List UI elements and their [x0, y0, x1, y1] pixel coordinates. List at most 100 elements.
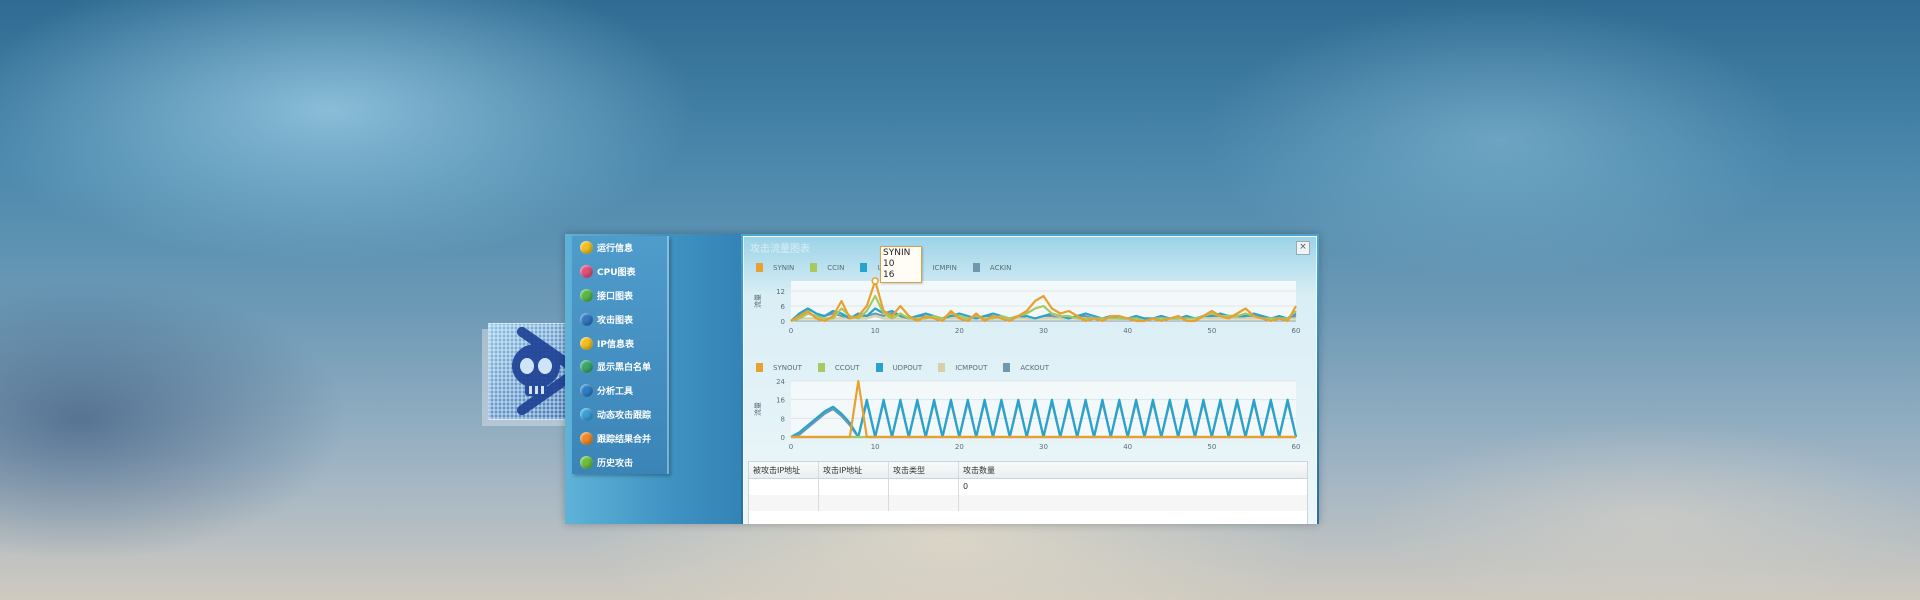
- chart-tooltip: SYNIN 10 16: [880, 246, 922, 283]
- legend-swatch: [1003, 363, 1011, 372]
- attack-chart-icon: [580, 312, 593, 326]
- sidebar-item-label: 分析工具: [597, 387, 634, 398]
- sidebar-item-5[interactable]: 显示黑白名单: [572, 355, 667, 379]
- header-attack-type[interactable]: 攻击类型: [889, 462, 959, 478]
- ip-table-icon: [580, 336, 593, 350]
- x-tick-label: 10: [871, 327, 880, 335]
- sidebar-item-1[interactable]: CPU图表: [572, 260, 667, 284]
- sidebar-item-label: 动态攻击跟踪: [597, 410, 652, 421]
- sidebar-item-2[interactable]: 接口图表: [572, 284, 667, 308]
- close-button[interactable]: ×: [1296, 241, 1310, 255]
- y-tick-label: 16: [776, 397, 785, 405]
- sidebar-item-3[interactable]: 攻击图表: [572, 307, 667, 331]
- blacklist-icon: [580, 360, 593, 374]
- table-cell: 0: [963, 482, 969, 491]
- sidebar-item-0[interactable]: 运行信息: [572, 236, 667, 260]
- table-row[interactable]: [749, 495, 1307, 511]
- legend-item[interactable]: CCIN: [810, 263, 844, 272]
- legend-label: CCOUT: [834, 363, 860, 372]
- header-target-ip[interactable]: 被攻击IP地址: [749, 462, 819, 478]
- app-window: 运行信息 CPU图表接口图表攻击图表 IP信息表显示黑白名单 分析工具动态攻击跟踪跟踪…: [565, 234, 1319, 524]
- y-axis-label: 流量: [753, 294, 762, 308]
- legend-swatch: [972, 263, 980, 272]
- y-tick-label: 6: [781, 303, 786, 311]
- cpu-chart-icon: [580, 265, 593, 279]
- analysis-tool-icon: [580, 384, 593, 398]
- table-cell: [819, 479, 889, 495]
- sidebar-item-label: IP信息表: [597, 339, 634, 350]
- y-tick-label: 0: [781, 434, 785, 442]
- outbound-chart-svg: 0 8 16 24 流量 0 10 20 30 40 50 60: [753, 378, 1301, 451]
- x-tick-label: 60: [1292, 327, 1301, 335]
- sidebar-item-label: 接口图表: [597, 291, 634, 302]
- table-cell: [749, 495, 819, 511]
- x-tick-label: 40: [1123, 443, 1132, 451]
- y-axis-label: 流量: [753, 402, 762, 416]
- x-tick-label: 40: [1123, 327, 1132, 335]
- x-tick-label: 0: [789, 327, 793, 335]
- legend-swatch: [756, 363, 763, 372]
- sidebar-item-9[interactable]: 历史攻击: [572, 450, 667, 474]
- legend-item[interactable]: ACKOUT: [1003, 363, 1049, 372]
- x-tick-label: 60: [1292, 443, 1301, 451]
- header-attacker-ip[interactable]: 攻击IP地址: [819, 462, 889, 478]
- table-cell: [959, 495, 1307, 511]
- table-cell: [889, 479, 959, 495]
- sidebar-item-8[interactable]: 跟踪结果合并: [572, 426, 667, 450]
- x-tick-label: 30: [1039, 443, 1048, 451]
- legend-swatch: [817, 363, 825, 372]
- header-attack-count[interactable]: 攻击数量: [959, 462, 1307, 478]
- legend-item[interactable]: SYNOUT: [756, 363, 802, 372]
- attack-table-header: 被攻击IP地址 攻击IP地址 攻击类型 攻击数量: [749, 462, 1307, 479]
- attack-table: 被攻击IP地址 攻击IP地址 攻击类型 攻击数量 0: [748, 461, 1308, 524]
- legend-label: ICMPOUT: [955, 363, 988, 372]
- table-cell: [749, 479, 819, 495]
- legend-label: ACKOUT: [1020, 363, 1050, 372]
- data-point-marker: [871, 277, 879, 285]
- sidebar-item-label: 历史攻击: [597, 458, 634, 469]
- x-tick-label: 50: [1207, 443, 1216, 451]
- legend-item[interactable]: ACKIN: [972, 263, 1012, 272]
- legend-label: SYNIN: [773, 263, 795, 272]
- tooltip-y: 16: [883, 270, 895, 280]
- sidebar-nav: 运行信息 CPU图表接口图表攻击图表 IP信息表显示黑白名单 分析工具动态攻击跟踪跟踪…: [572, 236, 669, 474]
- table-cell: [819, 495, 889, 511]
- tooltip-x: 10: [883, 259, 895, 269]
- sidebar-item-7[interactable]: 动态攻击跟踪: [572, 403, 667, 427]
- tooltip-series: SYNIN: [883, 248, 911, 258]
- legend-item[interactable]: CCOUT: [817, 363, 860, 372]
- run-info-icon: [580, 241, 593, 255]
- panel-title: 攻击流量图表: [750, 244, 810, 255]
- history-attack-icon: [580, 455, 593, 469]
- x-tick-label: 30: [1039, 327, 1048, 335]
- sidebar-item-label: 运行信息: [597, 244, 634, 255]
- sidebar-item-label: 攻击图表: [597, 315, 634, 326]
- sidebar-item-label: 显示黑白名单: [597, 363, 652, 374]
- legend-label: ICMPIN: [932, 263, 957, 272]
- sidebar-item-4[interactable]: IP信息表: [572, 331, 667, 355]
- legend-swatch: [860, 263, 868, 272]
- legend-item[interactable]: SYNIN: [756, 263, 794, 272]
- outbound-traffic-chart: SYNOUT CCOUT UDPOUT ICMPOUT ACKOUT 0 8 16 24 流量 0…: [746, 363, 1312, 455]
- y-tick-label: 12: [776, 288, 785, 296]
- table-row[interactable]: 0: [749, 479, 1307, 495]
- sidebar-item-6[interactable]: 分析工具: [572, 379, 667, 403]
- inbound-traffic-chart: SYNINCCINUDPINICMPINACKIN 0612流量01020304…: [746, 263, 1312, 337]
- sidebar-item-label: CPU图表: [597, 268, 636, 279]
- legend-swatch: [756, 263, 763, 272]
- legend-label: ACKIN: [989, 263, 1012, 272]
- legend-swatch: [810, 263, 818, 272]
- merge-results-icon: [580, 431, 593, 445]
- x-tick-label: 50: [1207, 327, 1216, 335]
- legend-label: CCIN: [827, 263, 845, 272]
- interface-chart-icon: [580, 288, 593, 302]
- legend-item[interactable]: UDPOUT: [875, 363, 923, 372]
- legend-label: UDPOUT: [892, 363, 923, 372]
- x-tick-label: 20: [955, 327, 964, 335]
- legend-swatch: [938, 363, 946, 372]
- x-tick-label: 20: [955, 443, 964, 451]
- legend-item[interactable]: ICMPOUT: [938, 363, 987, 372]
- table-cell: [889, 495, 959, 511]
- y-tick-label: 24: [776, 378, 785, 386]
- plot-area: [791, 381, 1296, 437]
